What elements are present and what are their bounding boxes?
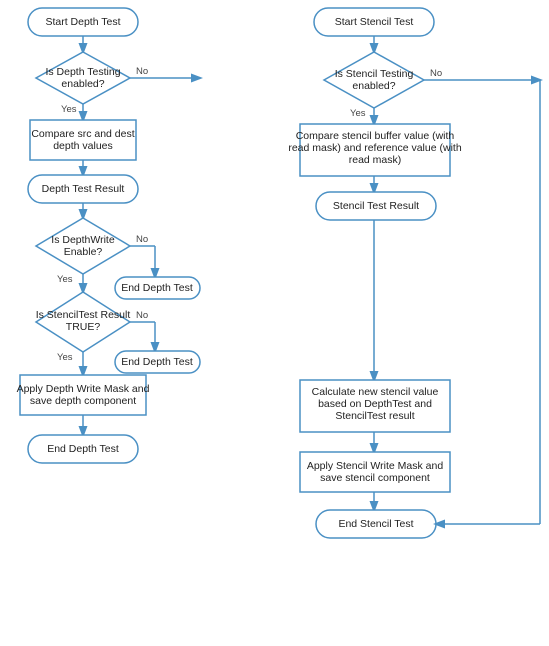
left-d2-yes: Yes xyxy=(57,274,73,285)
right-start-label: Start Stencil Test xyxy=(335,16,414,28)
left-d1-line1: Is Depth Testing xyxy=(45,66,120,78)
left-d2-line1: Is DepthWrite xyxy=(51,234,115,246)
left-r1-line2: depth values xyxy=(53,140,113,152)
left-d3-yes: Yes xyxy=(57,352,73,363)
right-d1-no: No xyxy=(430,68,442,79)
left-d3-line2: TRUE? xyxy=(66,321,101,333)
left-d1-line2: enabled? xyxy=(61,78,104,90)
right-r2-line3: StencilTest result xyxy=(335,410,414,422)
left-r2-line1: Apply Depth Write Mask and xyxy=(17,383,150,395)
left-d3-line1: Is StencilTest Result xyxy=(36,309,131,321)
right-r2-line1: Calculate new stencil value xyxy=(312,386,439,398)
right-r1-line3: read mask) xyxy=(349,154,402,166)
right-r1-line2: read mask) and reference value (with xyxy=(288,142,461,154)
right-r3-line1: Apply Stencil Write Mask and xyxy=(307,460,444,472)
left-d2-no: No xyxy=(136,234,148,245)
left-start-label: Start Depth Test xyxy=(45,16,120,28)
right-r1-line1: Compare stencil buffer value (with xyxy=(296,130,455,142)
left-end2-label: End Depth Test xyxy=(121,356,193,368)
left-d2-line2: Enable? xyxy=(64,246,103,258)
left-d1-yes: Yes xyxy=(61,104,77,115)
left-r2-line2: save depth component xyxy=(30,395,136,407)
left-d3-no: No xyxy=(136,310,148,321)
right-end1-label: End Stencil Test xyxy=(338,518,413,530)
left-result1-label: Depth Test Result xyxy=(42,183,125,195)
left-r1-line1: Compare src and dest xyxy=(31,128,134,140)
flowchart-svg: Start Depth Test Is Depth Testing enable… xyxy=(0,0,549,646)
right-d1-line2: enabled? xyxy=(352,80,395,92)
right-d1-yes: Yes xyxy=(350,108,366,119)
right-result1-label: Stencil Test Result xyxy=(333,200,419,212)
left-end3-label: End Depth Test xyxy=(47,443,119,455)
right-d1-line1: Is Stencil Testing xyxy=(335,68,414,80)
right-r3-line2: save stencil component xyxy=(320,472,430,484)
left-d1-no: No xyxy=(136,66,148,77)
right-r2-line2: based on DepthTest and xyxy=(318,398,432,410)
left-end1-label: End Depth Test xyxy=(121,282,193,294)
